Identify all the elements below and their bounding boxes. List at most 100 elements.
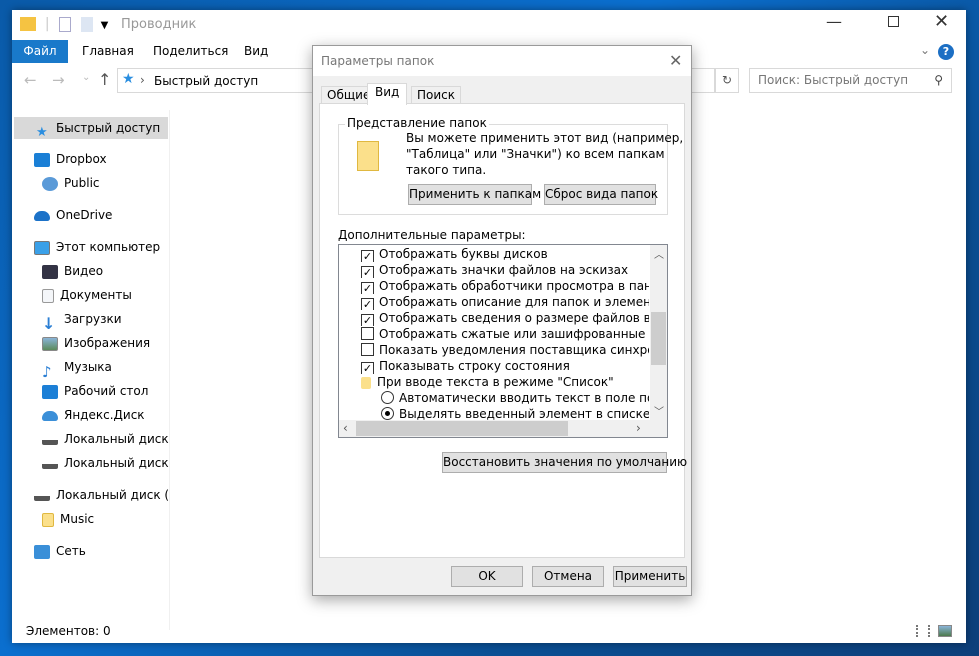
drive-icon [42, 458, 58, 469]
sidebar-item-music[interactable]: ♪ Музыка [42, 356, 112, 378]
search-input[interactable]: Поиск: Быстрый доступ ⚲ [749, 68, 952, 93]
apply-to-folders-button[interactable]: Применить к папкам [408, 184, 541, 205]
new-folder-icon[interactable] [80, 16, 93, 32]
apply-button[interactable]: Применить [613, 566, 687, 587]
sidebar-item-network[interactable]: Сеть [34, 540, 86, 562]
sidebar-item-videos[interactable]: Видео [42, 260, 103, 282]
sidebar-item-pictures[interactable]: Изображения [42, 332, 150, 354]
sidebar-item-local-disk-c[interactable]: Локальный диск (C:) [42, 428, 170, 450]
checkbox[interactable]: ✓ [361, 282, 374, 294]
sidebar-label: Этот компьютер [56, 240, 161, 254]
sidebar-item-public[interactable]: Public [42, 172, 100, 194]
globe-icon [42, 176, 58, 191]
option-label: Показать уведомления поставщика синхрони… [379, 343, 649, 357]
document-icon [42, 288, 54, 303]
properties-icon[interactable] [58, 16, 71, 32]
explorer-icon [20, 17, 36, 31]
option-group: При вводе текста в режиме "Список" [361, 374, 649, 390]
radio-button[interactable] [381, 407, 394, 420]
ribbon-tab-home[interactable]: Главная [68, 40, 148, 63]
option-checkbox[interactable]: Показать уведомления поставщика синхрони… [361, 342, 649, 358]
sidebar-item-local-disk-d[interactable]: Локальный диск (D:) [42, 452, 170, 474]
sidebar-label: Локальный диск (D:) [64, 456, 170, 470]
close-button[interactable]: ✕ [934, 11, 949, 32]
expand-ribbon-icon[interactable]: ⌄ [920, 43, 930, 57]
checkbox[interactable]: ✓ [361, 266, 374, 278]
recent-dropdown-icon[interactable]: ⌄ [82, 72, 90, 83]
sidebar-label: Dropbox [56, 152, 107, 166]
sidebar-label: Документы [60, 288, 132, 302]
scroll-up-icon[interactable]: ︿ [654, 246, 664, 261]
help-icon[interactable]: ? [938, 44, 954, 60]
sidebar-item-this-pc[interactable]: Этот компьютер [34, 236, 160, 258]
checkbox[interactable]: ✓ [361, 250, 374, 262]
picture-icon [42, 336, 58, 351]
sidebar-item-music-folder[interactable]: Music [42, 508, 94, 530]
sidebar-item-downloads[interactable]: ↓ Загрузки [42, 308, 122, 330]
up-button[interactable]: ↑ [98, 70, 111, 89]
maximize-button[interactable] [888, 16, 899, 27]
option-radio[interactable]: Автоматически вводить текст в поле поиск… [381, 390, 649, 406]
forward-button[interactable]: → [52, 71, 65, 89]
option-checkbox[interactable]: ✓ Показывать строку состояния [361, 358, 649, 374]
sidebar-label: Быстрый доступ [56, 121, 161, 135]
minimize-button[interactable]: — [826, 12, 842, 31]
sidebar-label: Локальный диск (D:) [56, 488, 170, 502]
restore-defaults-button[interactable]: Восстановить значения по умолчанию [442, 452, 687, 473]
sidebar-item-yandex-disk[interactable]: Яндекс.Диск [42, 404, 145, 426]
dialog-close-button[interactable]: ✕ [669, 51, 682, 70]
horizontal-scroll-thumb[interactable] [356, 421, 568, 436]
option-label: Выделять введенный элемент в списке [399, 407, 649, 421]
checkbox[interactable]: ✓ [361, 362, 374, 374]
scroll-left-icon[interactable]: ‹ [343, 421, 348, 435]
details-view-button[interactable] [916, 625, 930, 637]
sidebar-item-quick-access[interactable]: ★ Быстрый доступ [14, 117, 168, 139]
folder-options-dialog: Параметры папок ✕ Общие Вид Поиск Предст… [312, 45, 692, 596]
folder-view-icon [357, 141, 379, 171]
reset-folders-button[interactable]: Сброс вида папок [544, 184, 658, 205]
customize-dropdown-icon[interactable]: ▼ [97, 20, 109, 31]
vertical-scrollbar[interactable]: ︿ ﹀ [650, 245, 667, 421]
large-icons-view-button[interactable] [938, 625, 952, 637]
option-label: При вводе текста в режиме "Список" [377, 375, 614, 389]
advanced-settings-list: Выделять введенный элемент в списке Автом… [338, 244, 668, 438]
cancel-button[interactable]: Отмена [532, 566, 604, 587]
checkbox[interactable] [361, 327, 374, 340]
checkbox[interactable]: ✓ [361, 298, 374, 310]
sidebar-item-documents[interactable]: Документы [42, 284, 132, 306]
option-checkbox[interactable]: ✓ Отображать буквы дисков [361, 246, 649, 262]
radio-button[interactable] [381, 391, 394, 404]
group-text-2: "Таблица" или "Значки") ко всем папкам [406, 147, 665, 161]
sidebar-item-desktop[interactable]: Рабочий стол [42, 380, 148, 402]
option-checkbox[interactable]: ✓ Отображать значки файлов на эскизах [361, 262, 649, 278]
ok-button[interactable]: OK [451, 566, 523, 587]
option-checkbox[interactable]: ✓ Отображать описание для папок и элемент… [361, 294, 649, 310]
download-arrow-icon: ↓ [42, 313, 56, 331]
sidebar-item-onedrive[interactable]: OneDrive [34, 204, 112, 226]
sidebar-label: Public [64, 176, 100, 190]
folder-icon [42, 512, 54, 527]
tab-search[interactable]: Поиск [411, 86, 462, 104]
sidebar-item-drive-d[interactable]: Локальный диск (D:) [34, 484, 170, 506]
sidebar-label: Изображения [64, 336, 151, 350]
breadcrumb-chevron-icon: › [140, 73, 145, 87]
group-text-1: Вы можете применить этот вид (например, [406, 131, 684, 145]
refresh-button[interactable]: ↻ [715, 68, 739, 93]
option-checkbox[interactable]: ✓ Отображать обработчики просмотра в пане… [361, 278, 649, 294]
ribbon-tab-view[interactable]: Вид [230, 40, 282, 63]
checkbox[interactable] [361, 343, 374, 356]
scroll-right-icon[interactable]: › [636, 421, 641, 435]
back-button[interactable]: ← [24, 71, 37, 89]
network-icon [34, 544, 50, 559]
option-checkbox[interactable]: Отображать сжатые или зашифрованные файл… [361, 326, 649, 342]
horizontal-scrollbar[interactable]: ‹ › [339, 420, 667, 437]
tab-view[interactable]: Вид [367, 83, 408, 105]
ribbon-tab-share[interactable]: Поделиться [139, 40, 242, 63]
scroll-down-icon[interactable]: ﹀ [654, 403, 664, 418]
option-checkbox[interactable]: ✓ Отображать сведения о размере файлов в … [361, 310, 649, 326]
checkbox[interactable]: ✓ [361, 314, 374, 326]
ribbon-tab-file[interactable]: Файл [12, 40, 68, 63]
sidebar-label: Локальный диск (C:) [64, 432, 170, 446]
sidebar-item-dropbox[interactable]: Dropbox [34, 148, 107, 170]
vertical-scroll-thumb[interactable] [651, 312, 666, 365]
